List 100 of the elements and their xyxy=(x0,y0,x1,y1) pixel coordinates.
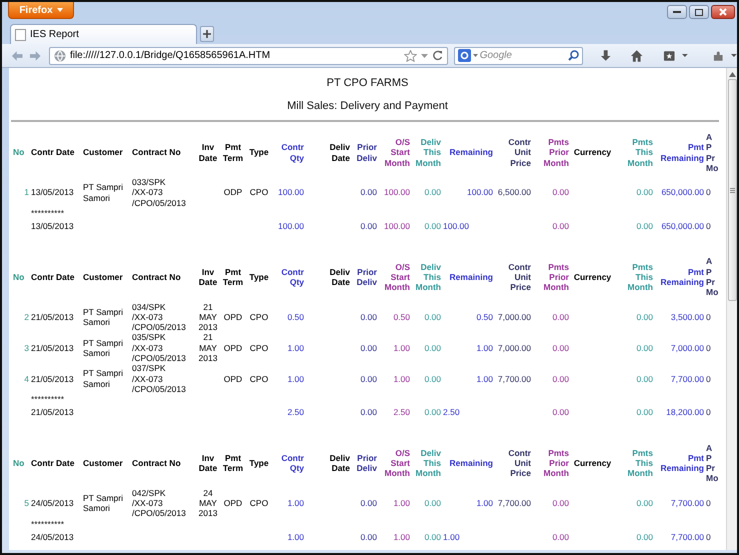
table-cell-text: 21 MAY 2013 xyxy=(198,302,218,332)
column-header: Deliv This Month xyxy=(414,446,442,480)
column-header: Deliv Date xyxy=(328,452,351,476)
column-header: Contr Date xyxy=(30,146,76,160)
close-button[interactable] xyxy=(711,5,735,19)
search-engine-icon[interactable] xyxy=(458,49,471,62)
table-cell-text: 1.00 xyxy=(286,372,305,386)
table-cell-text: 0.00 xyxy=(551,372,570,386)
home-icon[interactable] xyxy=(630,48,644,62)
table-cell-text: 0.50 xyxy=(392,310,411,324)
table-cell-text: PT Sampri Samori xyxy=(82,367,124,391)
column-header: Customer xyxy=(82,270,124,284)
subtotal-cell-text: 0.00 xyxy=(359,530,378,544)
column-header: Type xyxy=(248,146,270,160)
column-header: A P Pr Mo xyxy=(705,132,720,175)
column-header: Customer xyxy=(82,456,124,470)
table-cell-text: 1.00 xyxy=(392,497,411,510)
table-cell-text: 7,700.00 xyxy=(496,372,532,386)
column-header: Contr Qty xyxy=(280,452,305,476)
column-header: Pmts Prior Month xyxy=(542,136,570,170)
subtotal-cell-text: 0.00 xyxy=(423,530,442,544)
subtotal-cell-text: 0.00 xyxy=(551,406,570,420)
column-header: Contr Qty xyxy=(280,141,305,165)
column-header: Contr Date xyxy=(30,270,76,284)
subtotal-cell-text: 0.00 xyxy=(635,530,654,544)
table-cell-text: 0.00 xyxy=(635,497,654,510)
browser-tab[interactable]: IES Report xyxy=(10,24,197,44)
caret-icon xyxy=(56,8,63,12)
puzzle-icon[interactable] xyxy=(712,48,726,62)
tab-title: IES Report xyxy=(30,29,79,40)
column-header: Prior Deliv xyxy=(356,266,378,289)
star-icon[interactable] xyxy=(404,50,417,62)
subtotal-cell-text: 2.50 xyxy=(392,406,411,420)
table-cell-text: 0.00 xyxy=(635,310,654,324)
table-cell-text: 042/SPK /XX-073 /CPO/05/2013 xyxy=(131,488,187,519)
column-header: Pmt Remaining xyxy=(660,452,705,476)
subtotal-cell-text: 0.00 xyxy=(359,406,378,420)
reload-icon[interactable] xyxy=(432,50,443,61)
table-cell-text: 1.00 xyxy=(475,342,494,355)
column-header: Pmt Term xyxy=(222,452,244,476)
column-header: Prior Deliv xyxy=(356,141,378,165)
column-header: Contr Qty xyxy=(280,266,305,289)
column-header: Pmts This Month xyxy=(626,260,654,294)
minimize-icon xyxy=(673,10,681,14)
dropdown-icon[interactable] xyxy=(472,54,478,57)
column-header: A P Pr Mo xyxy=(705,442,720,486)
table-cell-text: 0.00 xyxy=(635,186,654,200)
search-box[interactable]: Google xyxy=(454,46,583,64)
dropdown-icon[interactable] xyxy=(682,54,688,57)
company-name: PT CPO FARMS xyxy=(326,76,410,90)
search-icon[interactable] xyxy=(568,50,579,61)
report-title: Mill Sales: Delivery and Payment xyxy=(286,99,449,113)
table-cell-text: 24/05/2013 xyxy=(30,497,75,510)
subtotal-cell-text: 0.00 xyxy=(551,220,570,234)
bookmarks-icon[interactable] xyxy=(662,48,676,62)
dropdown-icon[interactable] xyxy=(731,54,737,57)
search-input[interactable]: Google xyxy=(480,50,566,61)
maximize-button[interactable] xyxy=(689,5,709,19)
address-bar[interactable]: file://///127.0.0.1/Bridge/Q1658565961A.HTM xyxy=(48,46,448,64)
column-header: Currency xyxy=(572,146,612,160)
subtotal-cell-text: 100.00 xyxy=(383,220,411,234)
table-cell-text: 1.00 xyxy=(286,497,305,510)
table-cell-text: 0.00 xyxy=(359,342,378,355)
table-cell-text: 035/SPK /XX-073 /CPO/05/2013 xyxy=(131,332,187,364)
dropdown-icon[interactable] xyxy=(420,54,428,58)
table-cell-text: 0.00 xyxy=(423,310,442,324)
table-cell-text: 7,000.00 xyxy=(496,342,532,355)
minimize-button[interactable] xyxy=(667,5,687,19)
subtotal-cell-text: 0 xyxy=(705,530,712,544)
scroll-thumb[interactable] xyxy=(728,79,736,301)
table-cell-text: 6,500.00 xyxy=(496,186,532,200)
download-icon[interactable] xyxy=(598,48,612,62)
scroll-up-icon[interactable] xyxy=(728,72,736,77)
subtotal-cell-text: 100.00 xyxy=(442,220,470,234)
table-cell-text: 7,000.00 xyxy=(496,310,532,324)
column-header: O/S Start Month xyxy=(384,260,411,294)
table-cell-text: 2 xyxy=(23,310,30,324)
new-tab-button[interactable] xyxy=(200,26,214,42)
table-cell-text: 0.00 xyxy=(635,342,654,355)
table-cell-text: 033/SPK /XX-073 /CPO/05/2013 xyxy=(131,177,187,208)
scrollbar[interactable] xyxy=(726,68,737,550)
column-header: Pmts Prior Month xyxy=(542,446,570,480)
table-cell-text: 0.00 xyxy=(423,497,442,510)
column-header: Deliv This Month xyxy=(414,136,442,170)
table-cell-text: 21/05/2013 xyxy=(30,310,75,324)
subtotal-cell-text: 100.00 xyxy=(277,220,305,234)
subtotal-cell-text: 0.00 xyxy=(359,220,378,234)
table-cell-text: ODP xyxy=(222,186,244,200)
plus-icon xyxy=(203,30,211,38)
column-header: Pmt Remaining xyxy=(660,266,705,289)
column-header: Pmts This Month xyxy=(626,136,654,170)
subtotal-cell-text: 0.00 xyxy=(635,406,654,420)
table-cell-text: CPO xyxy=(248,186,270,200)
table-cell-text: 4 xyxy=(23,372,30,386)
table-cell-text: 1.00 xyxy=(286,342,305,355)
column-header: Prior Deliv xyxy=(356,452,378,476)
table-cell-text: 24 MAY 2013 xyxy=(198,488,218,519)
column-header: Deliv Date xyxy=(328,141,351,165)
table-cell-text: 0.00 xyxy=(359,310,378,324)
column-header: Inv Date xyxy=(198,452,218,476)
